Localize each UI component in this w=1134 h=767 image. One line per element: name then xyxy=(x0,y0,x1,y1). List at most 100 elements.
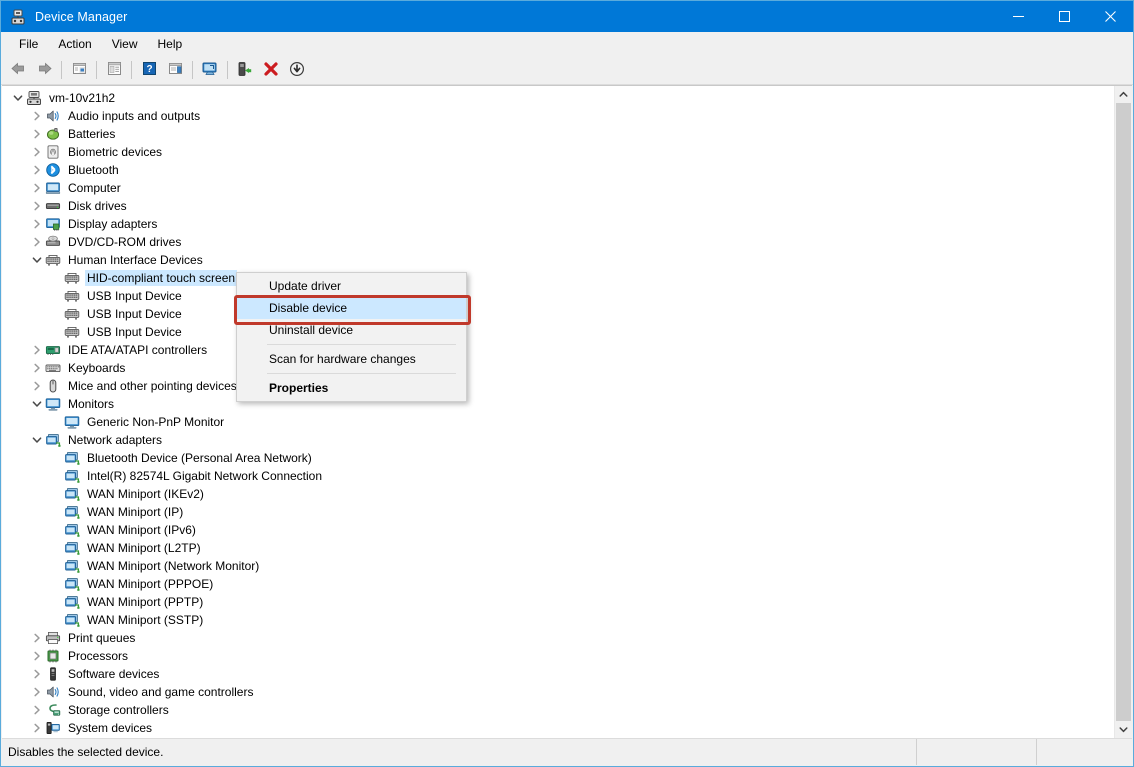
chevron-right-icon[interactable] xyxy=(29,162,45,178)
tree-item[interactable]: WAN Miniport (PPPOE) xyxy=(2,575,1115,593)
tree-item[interactable]: WAN Miniport (PPTP) xyxy=(2,593,1115,611)
tree-item[interactable]: Audio inputs and outputs xyxy=(2,107,1115,125)
tree-item-label: USB Input Device xyxy=(87,325,182,339)
tree-item[interactable]: WAN Miniport (SSTP) xyxy=(2,611,1115,629)
maximize-button[interactable] xyxy=(1041,1,1087,32)
chevron-down-icon[interactable] xyxy=(29,396,45,412)
tree-item[interactable]: Computer xyxy=(2,179,1115,197)
chevron-right-icon[interactable] xyxy=(29,342,45,358)
chevron-right-icon[interactable] xyxy=(29,720,45,736)
update-driver-button[interactable] xyxy=(233,58,257,82)
close-button[interactable] xyxy=(1087,1,1133,32)
dvd-drive-icon xyxy=(45,234,61,250)
tree-item[interactable]: USB Input Device xyxy=(2,287,1115,305)
properties-button[interactable] xyxy=(102,58,126,82)
chevron-right-icon[interactable] xyxy=(29,360,45,376)
tree-item[interactable]: WAN Miniport (Network Monitor) xyxy=(2,557,1115,575)
menu-view[interactable]: View xyxy=(102,34,148,54)
tree-item[interactable]: Processors xyxy=(2,647,1115,665)
chevron-right-icon[interactable] xyxy=(29,648,45,664)
chevron-right-icon[interactable] xyxy=(29,234,45,250)
chevron-right-icon[interactable] xyxy=(29,180,45,196)
tree-item[interactable]: Mice and other pointing devices xyxy=(2,377,1115,395)
tree-item[interactable]: Biometric devices xyxy=(2,143,1115,161)
scroll-up-button[interactable] xyxy=(1115,86,1132,103)
chevron-down-icon[interactable] xyxy=(29,252,45,268)
chevron-right-icon[interactable] xyxy=(29,144,45,160)
tree-item[interactable]: WAN Miniport (IKEv2) xyxy=(2,485,1115,503)
toolbar-separator xyxy=(131,61,132,79)
scroll-down-button[interactable] xyxy=(1115,721,1132,738)
menu-action[interactable]: Action xyxy=(48,34,101,54)
tree-item[interactable]: Display adapters xyxy=(2,215,1115,233)
scan-for-hardware-changes-button[interactable] xyxy=(198,58,222,82)
tree-item[interactable]: Sound, video and game controllers xyxy=(2,683,1115,701)
chevron-right-icon[interactable] xyxy=(29,216,45,232)
forward-button[interactable] xyxy=(32,58,56,82)
tree-item[interactable]: Human Interface Devices xyxy=(2,251,1115,269)
show-hide-action-pane-button[interactable] xyxy=(163,58,187,82)
tree-item[interactable]: vm-10v21h2 xyxy=(2,89,1115,107)
tree-item-label: Batteries xyxy=(68,127,116,141)
scrollbar-track[interactable] xyxy=(1115,103,1132,724)
chevron-right-icon[interactable] xyxy=(29,684,45,700)
speaker-icon xyxy=(45,684,61,700)
chevron-right-icon[interactable] xyxy=(29,378,45,394)
context-menu[interactable]: Update driver Disable device Uninstall dev… xyxy=(236,272,467,402)
tree-item[interactable]: System devices xyxy=(2,719,1115,737)
minimize-button[interactable] xyxy=(995,1,1041,32)
help-button[interactable]: ? xyxy=(137,58,161,82)
ctx-update-driver[interactable]: Update driver xyxy=(237,275,466,297)
tree-item-selected[interactable]: HID-compliant touch screen xyxy=(2,269,1115,287)
ctx-disable-device[interactable]: Disable device xyxy=(237,297,466,319)
ctx-properties[interactable]: Properties xyxy=(237,377,466,399)
tree-item[interactable]: WAN Miniport (L2TP) xyxy=(2,539,1115,557)
back-button[interactable] xyxy=(6,58,30,82)
tree-item[interactable]: Batteries xyxy=(2,125,1115,143)
tree-item-label: Print queues xyxy=(68,631,136,645)
tree-item[interactable]: Storage controllers xyxy=(2,701,1115,719)
chevron-right-icon[interactable] xyxy=(29,702,45,718)
keyboard-icon xyxy=(45,360,61,376)
menu-help[interactable]: Help xyxy=(148,34,193,54)
chevron-down-icon[interactable] xyxy=(29,432,45,448)
disable-device-button[interactable] xyxy=(285,58,309,82)
tree-item[interactable]: Keyboards xyxy=(2,359,1115,377)
tree-item[interactable]: WAN Miniport (IPv6) xyxy=(2,521,1115,539)
vertical-scrollbar[interactable] xyxy=(1114,86,1132,738)
scrollbar-thumb[interactable] xyxy=(1116,103,1131,724)
chevron-right-icon[interactable] xyxy=(29,630,45,646)
chevron-right-icon[interactable] xyxy=(29,666,45,682)
tree-item[interactable]: Monitors xyxy=(2,395,1115,413)
tree-item[interactable]: Intel(R) 82574L Gigabit Network Connecti… xyxy=(2,467,1115,485)
tree-item[interactable]: Generic Non-PnP Monitor xyxy=(2,413,1115,431)
tree-item[interactable]: DVD/CD-ROM drives xyxy=(2,233,1115,251)
chevron-right-icon[interactable] xyxy=(29,108,45,124)
toolbar-separator xyxy=(96,61,97,79)
chevron-down-icon[interactable] xyxy=(10,90,26,106)
tree-item-label: Display adapters xyxy=(68,217,158,231)
tree-item[interactable]: IDE ATA/ATAPI controllers xyxy=(2,341,1115,359)
tree-item[interactable]: Bluetooth Device (Personal Area Network) xyxy=(2,449,1115,467)
chevron-right-icon[interactable] xyxy=(29,126,45,142)
tree-item[interactable]: Software devices xyxy=(2,665,1115,683)
ctx-uninstall-device[interactable]: Uninstall device xyxy=(237,319,466,341)
uninstall-device-button[interactable] xyxy=(259,58,283,82)
tree-item[interactable]: Disk drives xyxy=(2,197,1115,215)
computer-icon xyxy=(45,180,61,196)
tree-item[interactable]: Network adapters xyxy=(2,431,1115,449)
tree-item[interactable]: WAN Miniport (IP) xyxy=(2,503,1115,521)
tree-item[interactable]: USB Input Device xyxy=(2,323,1115,341)
menu-file[interactable]: File xyxy=(9,34,48,54)
show-hide-console-tree-button[interactable] xyxy=(67,58,91,82)
tree-item[interactable]: Print queues xyxy=(2,629,1115,647)
tree-item[interactable]: Bluetooth xyxy=(2,161,1115,179)
tree-item[interactable]: USB Input Device xyxy=(2,305,1115,323)
chevron-right-icon[interactable] xyxy=(29,198,45,214)
device-tree[interactable]: vm-10v21h2 Audio inputs and outputs Batter… xyxy=(2,86,1115,738)
ctx-scan-for-hardware-changes[interactable]: Scan for hardware changes xyxy=(237,348,466,370)
